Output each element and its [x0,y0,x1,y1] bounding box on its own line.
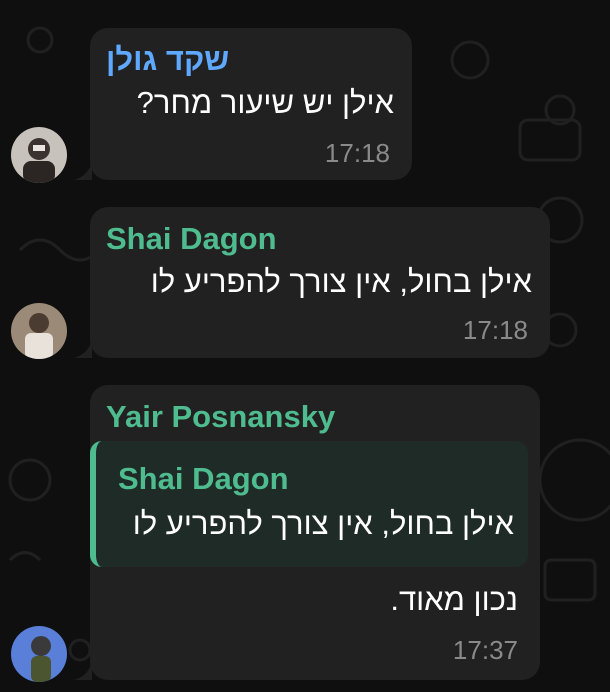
message-bubble[interactable]: Yair Posnansky Shai Dagon אילן בחול, אין… [90,385,540,680]
message-time: 17:37 [452,635,518,665]
message-text: נכון מאוד. [390,582,518,617]
sender-name[interactable]: Yair Posnansky [106,399,335,435]
quote-sender-name: Shai Dagon [118,461,289,496]
sender-name[interactable]: Shai Dagon [106,221,277,257]
message-bubble[interactable]: Shai Dagon אילן בחול, אין צורך להפריע לו… [90,207,550,358]
message-time: 17:18 [324,138,390,168]
avatar[interactable] [11,626,67,682]
message-text: אילן בחול, אין צורך להפריע לו [150,264,532,299]
message-time: 17:18 [462,315,528,345]
avatar[interactable] [11,303,67,359]
avatar[interactable] [11,127,67,183]
message-bubble[interactable]: שקד גולן אילן יש שיעור מחר? 17:18 [90,28,412,180]
message-text: אילן יש שיעור מחר? [136,85,394,120]
quote-text: אילן בחול, אין צורך להפריע לו [132,506,514,541]
reply-quote[interactable]: Shai Dagon אילן בחול, אין צורך להפריע לו [90,441,528,567]
sender-name[interactable]: שקד גולן [106,42,229,78]
